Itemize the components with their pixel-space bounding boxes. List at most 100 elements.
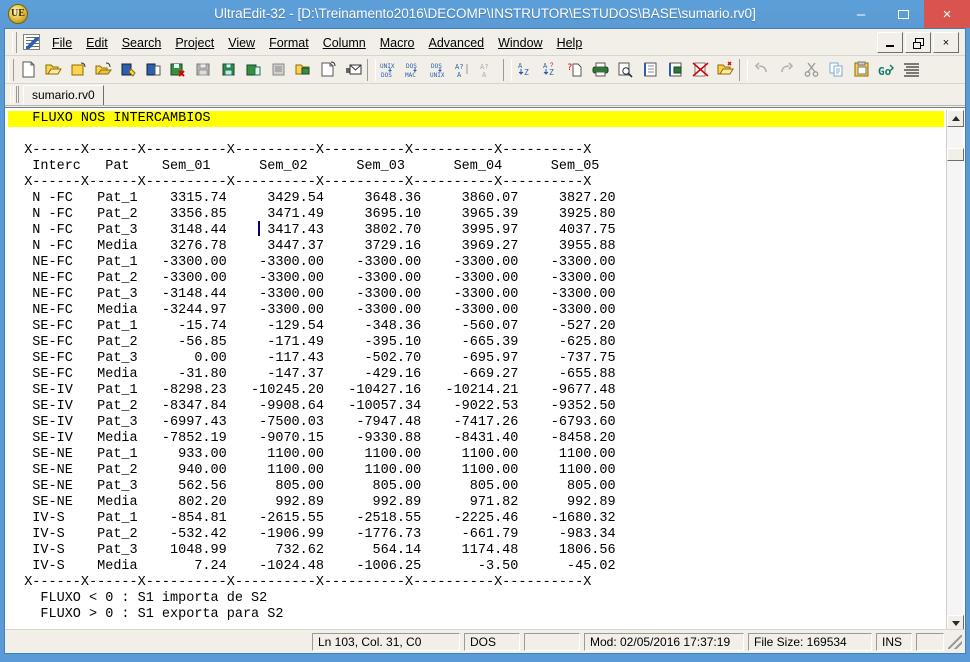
vertical-scrollbar[interactable] <box>946 110 964 632</box>
toolbar-grip[interactable] <box>8 58 14 81</box>
menu-item-view-label: View <box>228 35 256 50</box>
menu-item-column-label: Column <box>322 35 366 50</box>
dos-to-unix-icon[interactable]: DOS UNIX <box>427 58 452 82</box>
menu-grip[interactable] <box>12 32 17 53</box>
open-project-icon[interactable] <box>713 58 738 82</box>
undo-icon[interactable] <box>749 58 774 82</box>
menu-item-advanced[interactable]: Advanced <box>422 32 492 54</box>
svg-text:UNIX: UNIX <box>380 63 395 70</box>
restore-icon <box>912 37 924 49</box>
menu-item-macro[interactable]: Macro <box>373 32 422 54</box>
menu-bar: File Edit Search Project View Format Col… <box>5 29 965 56</box>
file-tab-strip: sumario.rv0 <box>5 84 965 106</box>
menu-item-advanced-label: Advanced <box>428 35 485 50</box>
maximize-icon <box>897 9 909 19</box>
save-as-icon[interactable] <box>116 58 141 82</box>
main-toolbar: UNIX DOS DOS MAC DOS UNIX A? A A? A AZ A Z? ? <box>5 56 965 84</box>
svg-text:MAC: MAC <box>405 72 416 78</box>
copy-icon[interactable] <box>824 58 849 82</box>
menu-item-edit-label: Edit <box>86 35 108 50</box>
ascii-to-ansi-icon[interactable]: A? A <box>452 58 477 82</box>
menu-item-column[interactable]: Column <box>316 32 373 54</box>
save-all-icon[interactable] <box>191 58 216 82</box>
editor-body-text[interactable]: X------X------X----------X----------X---… <box>8 143 615 622</box>
toolbar-separator-3 <box>739 58 748 81</box>
editor-content[interactable]: FLUXO NOS INTERCAMBIOS X------X------X--… <box>8 111 944 623</box>
reindent-icon[interactable] <box>899 58 924 82</box>
svg-text:A: A <box>457 71 462 78</box>
status-blank-cell <box>524 632 580 651</box>
menu-item-search[interactable]: Search <box>115 32 169 54</box>
delete-file-icon[interactable] <box>688 58 713 82</box>
redo-icon[interactable] <box>774 58 799 82</box>
toolbar-separator-2 <box>503 58 512 81</box>
spell-check-icon[interactable]: ? <box>563 58 588 82</box>
status-trailing-cell <box>916 632 944 651</box>
vertical-scroll-track[interactable] <box>947 127 964 615</box>
editor-text-area[interactable]: FLUXO NOS INTERCAMBIOS X------X------X--… <box>8 111 944 634</box>
scroll-up-button[interactable] <box>947 110 964 127</box>
save-icon[interactable] <box>141 58 166 82</box>
menu-item-project-label: Project <box>175 35 215 50</box>
window-maximize-button[interactable] <box>882 0 924 28</box>
ansi-to-ascii-icon[interactable]: A? A <box>477 58 502 82</box>
vertical-scroll-thumb[interactable] <box>947 148 964 161</box>
new-from-template-icon[interactable] <box>316 58 341 82</box>
resize-grip[interactable] <box>948 634 962 649</box>
sort-descending-icon[interactable]: A Z? <box>538 58 563 82</box>
menu-item-format[interactable]: Format <box>262 32 316 54</box>
file-tab-sumario[interactable]: sumario.rv0 <box>23 85 104 105</box>
page-setup-icon[interactable] <box>638 58 663 82</box>
unix-to-dos-icon[interactable]: UNIX DOS <box>377 58 402 82</box>
mdi-minimize-button[interactable] <box>877 32 903 53</box>
tab-strip-grip[interactable] <box>10 86 19 103</box>
revert-to-saved-icon[interactable] <box>266 58 291 82</box>
menu-item-edit[interactable]: Edit <box>79 32 115 54</box>
window-minimize-button[interactable]: – <box>840 0 882 28</box>
menu-item-window-label: Window <box>498 35 543 50</box>
highlighted-title-line[interactable]: FLUXO NOS INTERCAMBIOS <box>8 111 944 127</box>
cut-icon[interactable] <box>799 58 824 82</box>
menu-item-file-label: File <box>52 35 73 50</box>
open-ftp-icon[interactable] <box>291 58 316 82</box>
mdi-close-button[interactable]: × <box>933 32 959 53</box>
svg-text:A?: A? <box>455 63 463 71</box>
close-file-icon[interactable] <box>66 58 91 82</box>
open-file-icon[interactable] <box>41 58 66 82</box>
save-and-close-icon[interactable] <box>166 58 191 82</box>
goto-icon[interactable]: Go <box>874 58 899 82</box>
mdi-restore-button[interactable] <box>905 32 931 53</box>
menu-item-help-label: Help <box>556 35 583 50</box>
menu-item-file[interactable]: File <box>45 32 79 54</box>
sort-ascending-icon[interactable]: AZ <box>513 58 538 82</box>
svg-text:?: ? <box>567 63 572 73</box>
window-controls: – × <box>840 0 970 28</box>
arrow-up-icon <box>951 116 960 121</box>
menu-item-format-label: Format <box>269 35 309 50</box>
new-file-icon[interactable] <box>16 58 41 82</box>
open-all-files-icon[interactable] <box>91 58 116 82</box>
window-close-button[interactable]: × <box>924 0 970 28</box>
print-setup-icon[interactable] <box>663 58 688 82</box>
svg-text:A: A <box>482 71 487 78</box>
save-copy-as-icon[interactable] <box>241 58 266 82</box>
menu-item-project[interactable]: Project <box>168 32 221 54</box>
paste-icon[interactable] <box>849 58 874 82</box>
svg-text:A: A <box>518 62 523 70</box>
email-icon[interactable] <box>341 58 366 82</box>
print-icon[interactable] <box>588 58 613 82</box>
svg-text:Go: Go <box>878 65 892 78</box>
svg-text:DOS: DOS <box>406 63 417 70</box>
status-bar: Ln 103, Col. 31, C0 DOS Mod: 02/05/2016 … <box>5 629 965 653</box>
svg-text:DOS: DOS <box>431 63 442 70</box>
dos-to-mac-icon[interactable]: DOS MAC <box>402 58 427 82</box>
menu-item-help[interactable]: Help <box>550 32 590 54</box>
make-copy-icon[interactable] <box>216 58 241 82</box>
menu-item-list: File Edit Search Project View Format Col… <box>45 29 589 56</box>
menu-item-window[interactable]: Window <box>491 32 549 54</box>
mdi-window-controls: × <box>877 32 959 53</box>
print-preview-icon[interactable] <box>613 58 638 82</box>
client-area: File Edit Search Project View Format Col… <box>4 28 966 654</box>
window-title: UltraEdit-32 - [D:\Treinamento2016\DECOM… <box>214 6 756 21</box>
menu-item-view[interactable]: View <box>221 32 262 54</box>
